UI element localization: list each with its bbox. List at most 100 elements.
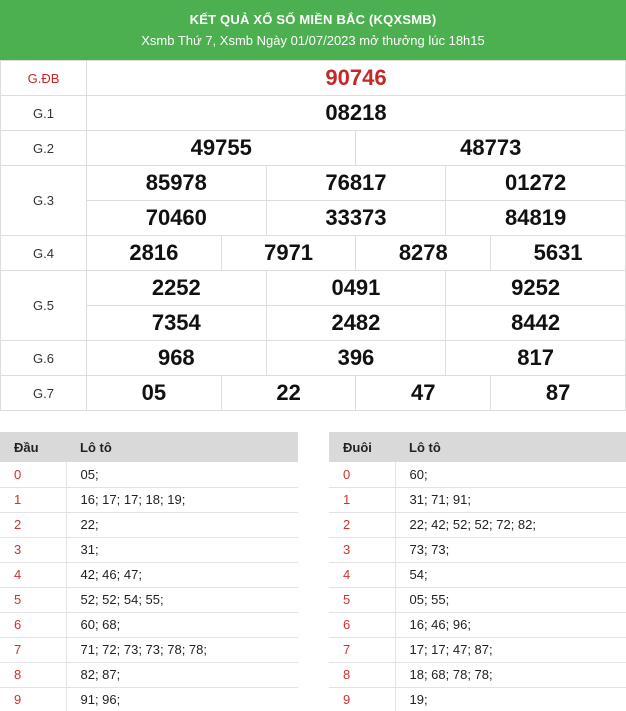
- table-row: 7 71; 72; 73; 73; 78; 78;: [0, 637, 298, 663]
- prize-number: 85978: [86, 165, 267, 201]
- column-header-loto: Lô tô: [395, 432, 626, 462]
- prize-number: 0491: [265, 270, 447, 306]
- row-loto: 05; 55;: [395, 587, 626, 613]
- loto-head-table: Đầu Lô tô 0 05; 1 16; 17; 17; 18; 19; 2 22;…: [0, 432, 298, 711]
- prize-row-g5: G.5 2252 0491 9252: [0, 270, 626, 341]
- table-row: 1 31; 71; 91;: [329, 487, 626, 513]
- prize-number: 90746: [86, 60, 626, 96]
- prize-number: 2816: [86, 235, 222, 271]
- table-row: 6 60; 68;: [0, 612, 298, 638]
- row-digit: 2: [329, 512, 396, 538]
- row-digit: 1: [0, 487, 67, 513]
- prize-number: 48773: [355, 130, 626, 166]
- prize-number: 49755: [85, 130, 357, 166]
- row-digit: 7: [329, 637, 396, 663]
- prize-row-g3: G.3 85978 76817 01272: [0, 165, 626, 236]
- row-loto: 19;: [395, 687, 626, 711]
- row-loto: 52; 52; 54; 55;: [66, 587, 298, 613]
- prize-number: 76817: [265, 165, 447, 201]
- table-row: 2 22; 42; 52; 52; 72; 82;: [329, 512, 626, 538]
- prize-number: 396: [265, 340, 447, 376]
- prize-number: 47: [355, 375, 492, 411]
- table-row: 8 18; 68; 78; 78;: [329, 662, 626, 688]
- row-digit: 3: [0, 537, 67, 563]
- row-digit: 0: [329, 462, 396, 488]
- row-loto: 22; 42; 52; 52; 72; 82;: [395, 512, 626, 538]
- row-loto: 31;: [66, 537, 298, 563]
- row-digit: 4: [329, 562, 396, 588]
- prize-row-g6: G.6 968 396 817: [0, 340, 626, 376]
- prize-row-special: G.ĐB 90746: [0, 60, 626, 96]
- row-digit: 6: [0, 612, 67, 638]
- prize-number: 08218: [86, 95, 626, 131]
- prize-number: 05: [86, 375, 222, 411]
- row-digit: 9: [0, 687, 67, 711]
- prize-number: 87: [490, 375, 626, 411]
- prize-number: 5631: [490, 235, 626, 271]
- loto-header-row: Đầu Lô tô: [0, 432, 298, 462]
- table-row: 0 60;: [329, 462, 626, 488]
- prize-number: 7354: [86, 305, 267, 341]
- prize-number: 968: [86, 340, 267, 376]
- prize-label: G.4: [0, 235, 87, 271]
- table-row: 0 05;: [0, 462, 298, 488]
- prize-number: 8278: [355, 235, 492, 271]
- page-title: KẾT QUẢ XỔ SỐ MIỀN BẮC (KQXSMB): [189, 12, 437, 27]
- row-loto: 91; 96;: [66, 687, 298, 711]
- row-digit: 5: [329, 587, 396, 613]
- prize-row-g4: G.4 2816 7971 8278 5631: [0, 235, 626, 271]
- row-loto: 60; 68;: [66, 612, 298, 638]
- prize-number: 2252: [86, 270, 267, 306]
- row-loto: 16; 17; 17; 18; 19;: [66, 487, 298, 513]
- prize-number: 70460: [86, 200, 267, 236]
- table-row: 4 42; 46; 47;: [0, 562, 298, 588]
- row-loto: 05;: [66, 462, 298, 488]
- table-row: 7 17; 17; 47; 87;: [329, 637, 626, 663]
- prize-row-g5: 7354 2482 8442: [1, 305, 626, 341]
- table-row: 4 54;: [329, 562, 626, 588]
- column-header-dau: Đầu: [0, 432, 66, 462]
- loto-tail-table: Đuôi Lô tô 0 60; 1 31; 71; 91; 2 22; 42; 52…: [329, 432, 626, 711]
- prize-row-g7: G.7 05 22 47 87: [0, 375, 626, 411]
- prize-label: G.6: [0, 340, 87, 376]
- prize-label: G.1: [0, 95, 87, 131]
- table-row: 3 73; 73;: [329, 537, 626, 563]
- prize-number: 7971: [220, 235, 357, 271]
- table-row: 9 91; 96;: [0, 687, 298, 711]
- row-loto: 60;: [395, 462, 626, 488]
- row-digit: 4: [0, 562, 67, 588]
- draw-subtitle: Xsmb Thứ 7, Xsmb Ngày 01/07/2023 mở thưở…: [141, 33, 485, 48]
- prize-number: 22: [220, 375, 357, 411]
- row-loto: 42; 46; 47;: [66, 562, 298, 588]
- loto-header-row: Đuôi Lô tô: [329, 432, 626, 462]
- prize-number: 33373: [265, 200, 447, 236]
- results-table: G.ĐB 90746 G.1 08218 G.2 49755 48773 G.3…: [0, 60, 626, 411]
- row-digit: 1: [329, 487, 396, 513]
- table-row: 3 31;: [0, 537, 298, 563]
- table-row: 5 05; 55;: [329, 587, 626, 613]
- row-loto: 73; 73;: [395, 537, 626, 563]
- row-loto: 16; 46; 96;: [395, 612, 626, 638]
- table-row: 8 82; 87;: [0, 662, 298, 688]
- row-digit: 5: [0, 587, 67, 613]
- row-digit: 8: [329, 662, 396, 688]
- row-digit: 8: [0, 662, 67, 688]
- row-digit: 0: [0, 462, 67, 488]
- row-digit: 9: [329, 687, 396, 711]
- column-header-loto: Lô tô: [66, 432, 298, 462]
- table-row: 2 22;: [0, 512, 298, 538]
- prize-number: 01272: [445, 165, 626, 201]
- prize-number: 8442: [445, 305, 626, 341]
- prize-row-g3: 70460 33373 84819: [1, 200, 626, 236]
- table-row: 6 16; 46; 96;: [329, 612, 626, 638]
- column-header-duoi: Đuôi: [329, 432, 395, 462]
- prize-label: G.2: [0, 130, 87, 166]
- row-loto: 31; 71; 91;: [395, 487, 626, 513]
- prize-row-g2: G.2 49755 48773: [0, 130, 626, 166]
- prize-number: 9252: [445, 270, 626, 306]
- row-loto: 71; 72; 73; 73; 78; 78;: [66, 637, 298, 663]
- row-digit: 3: [329, 537, 396, 563]
- prize-label: G.ĐB: [0, 60, 87, 96]
- row-loto: 82; 87;: [66, 662, 298, 688]
- prize-label: G.7: [0, 375, 87, 411]
